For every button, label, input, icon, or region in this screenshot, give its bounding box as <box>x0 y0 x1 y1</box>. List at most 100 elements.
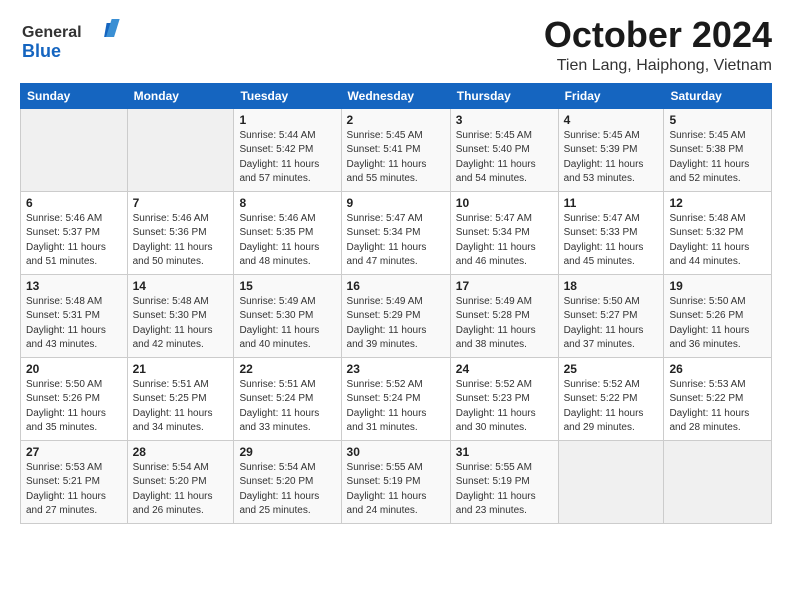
day-cell: 16Sunrise: 5:49 AMSunset: 5:29 PMDayligh… <box>341 274 450 357</box>
sunset-text: Sunset: 5:37 PM <box>26 226 122 241</box>
day-details: Sunrise: 5:47 AMSunset: 5:34 PMDaylight:… <box>456 212 553 270</box>
daylight-text: Daylight: 11 hours and 51 minutes. <box>26 241 122 270</box>
sunrise-text: Sunrise: 5:51 AM <box>133 378 229 393</box>
sunset-text: Sunset: 5:33 PM <box>564 226 659 241</box>
daylight-text: Daylight: 11 hours and 37 minutes. <box>564 324 659 353</box>
day-number: 3 <box>456 113 553 127</box>
sunrise-text: Sunrise: 5:48 AM <box>669 212 766 227</box>
calendar-header: Sunday Monday Tuesday Wednesday Thursday… <box>21 83 772 108</box>
sunset-text: Sunset: 5:38 PM <box>669 143 766 158</box>
day-details: Sunrise: 5:47 AMSunset: 5:34 PMDaylight:… <box>347 212 445 270</box>
daylight-text: Daylight: 11 hours and 52 minutes. <box>669 158 766 187</box>
sunset-text: Sunset: 5:25 PM <box>133 392 229 407</box>
day-cell: 1Sunrise: 5:44 AMSunset: 5:42 PMDaylight… <box>234 108 341 191</box>
day-cell: 21 Sunrise: 5:51 AMSunset: 5:25 PMDayligh… <box>127 357 234 440</box>
day-cell: 19 Sunrise: 5:50 AMSunset: 5:26 PMDayligh… <box>664 274 772 357</box>
day-details: Sunrise: 5:53 AMSunset: 5:21 PMDaylight:… <box>26 461 122 519</box>
day-details: Sunrise: 5:50 AMSunset: 5:26 PMDaylight:… <box>26 378 122 436</box>
day-details: Sunrise: 5:53 AMSunset: 5:22 PMDaylight:… <box>669 378 766 436</box>
day-number: 5 <box>669 113 766 127</box>
day-cell: 11Sunrise: 5:47 AMSunset: 5:33 PMDayligh… <box>558 191 664 274</box>
sunset-text: Sunset: 5:35 PM <box>239 226 335 241</box>
sunrise-text: Sunrise: 5:54 AM <box>239 461 335 476</box>
sunset-text: Sunset: 5:29 PM <box>347 309 445 324</box>
daylight-text: Daylight: 11 hours and 26 minutes. <box>133 490 229 519</box>
sunset-text: Sunset: 5:26 PM <box>669 309 766 324</box>
location: Tien Lang, Haiphong, Vietnam <box>544 57 772 75</box>
daylight-text: Daylight: 11 hours and 25 minutes. <box>239 490 335 519</box>
sunset-text: Sunset: 5:21 PM <box>26 475 122 490</box>
day-number: 13 <box>26 279 122 293</box>
day-cell: 9 Sunrise: 5:47 AMSunset: 5:34 PMDaylight… <box>341 191 450 274</box>
day-number: 18 <box>564 279 659 293</box>
day-cell: 14Sunrise: 5:48 AMSunset: 5:30 PMDayligh… <box>127 274 234 357</box>
sunrise-text: Sunrise: 5:54 AM <box>133 461 229 476</box>
logo-svg: General Blue <box>20 15 130 63</box>
day-details: Sunrise: 5:55 AMSunset: 5:19 PMDaylight:… <box>456 461 553 519</box>
sunrise-text: Sunrise: 5:48 AM <box>26 295 122 310</box>
day-number: 9 <box>347 196 445 210</box>
page: General Blue October 2024 Tien Lang, Hai… <box>0 0 792 612</box>
day-details: Sunrise: 5:45 AMSunset: 5:38 PMDaylight:… <box>669 129 766 187</box>
day-cell: 28Sunrise: 5:54 AMSunset: 5:20 PMDayligh… <box>127 440 234 523</box>
sunrise-text: Sunrise: 5:52 AM <box>347 378 445 393</box>
sunset-text: Sunset: 5:31 PM <box>26 309 122 324</box>
day-number: 4 <box>564 113 659 127</box>
calendar-table: Sunday Monday Tuesday Wednesday Thursday… <box>20 83 772 524</box>
daylight-text: Daylight: 11 hours and 43 minutes. <box>26 324 122 353</box>
day-number: 24 <box>456 362 553 376</box>
day-details: Sunrise: 5:45 AMSunset: 5:39 PMDaylight:… <box>564 129 659 187</box>
day-details: Sunrise: 5:48 AMSunset: 5:32 PMDaylight:… <box>669 212 766 270</box>
daylight-text: Daylight: 11 hours and 28 minutes. <box>669 407 766 436</box>
col-sunday: Sunday <box>21 83 128 108</box>
sunrise-text: Sunrise: 5:46 AM <box>133 212 229 227</box>
day-number: 12 <box>669 196 766 210</box>
day-number: 21 <box>133 362 229 376</box>
day-cell <box>558 440 664 523</box>
daylight-text: Daylight: 11 hours and 36 minutes. <box>669 324 766 353</box>
daylight-text: Daylight: 11 hours and 55 minutes. <box>347 158 445 187</box>
sunrise-text: Sunrise: 5:49 AM <box>239 295 335 310</box>
sunrise-text: Sunrise: 5:47 AM <box>456 212 553 227</box>
day-number: 28 <box>133 445 229 459</box>
svg-text:General: General <box>22 24 82 41</box>
day-cell: 22Sunrise: 5:51 AMSunset: 5:24 PMDayligh… <box>234 357 341 440</box>
day-number: 20 <box>26 362 122 376</box>
logo-image: General Blue <box>20 15 130 63</box>
day-cell: 24Sunrise: 5:52 AMSunset: 5:23 PMDayligh… <box>450 357 558 440</box>
day-number: 1 <box>239 113 335 127</box>
sunset-text: Sunset: 5:30 PM <box>133 309 229 324</box>
sunrise-text: Sunrise: 5:44 AM <box>239 129 335 144</box>
month-title: October 2024 <box>544 15 772 55</box>
sunset-text: Sunset: 5:19 PM <box>347 475 445 490</box>
day-number: 10 <box>456 196 553 210</box>
day-number: 17 <box>456 279 553 293</box>
title-area: October 2024 Tien Lang, Haiphong, Vietna… <box>544 15 772 75</box>
day-cell: 3Sunrise: 5:45 AMSunset: 5:40 PMDaylight… <box>450 108 558 191</box>
day-cell: 12 Sunrise: 5:48 AMSunset: 5:32 PMDayligh… <box>664 191 772 274</box>
day-number: 8 <box>239 196 335 210</box>
daylight-text: Daylight: 11 hours and 39 minutes. <box>347 324 445 353</box>
daylight-text: Daylight: 11 hours and 29 minutes. <box>564 407 659 436</box>
sunrise-text: Sunrise: 5:50 AM <box>669 295 766 310</box>
day-details: Sunrise: 5:48 AMSunset: 5:30 PMDaylight:… <box>133 295 229 353</box>
day-cell: 2Sunrise: 5:45 AMSunset: 5:41 PMDaylight… <box>341 108 450 191</box>
daylight-text: Daylight: 11 hours and 27 minutes. <box>26 490 122 519</box>
sunset-text: Sunset: 5:19 PM <box>456 475 553 490</box>
sunrise-text: Sunrise: 5:45 AM <box>347 129 445 144</box>
day-cell <box>21 108 128 191</box>
day-cell: 7Sunrise: 5:46 AMSunset: 5:36 PMDaylight… <box>127 191 234 274</box>
sunset-text: Sunset: 5:27 PM <box>564 309 659 324</box>
daylight-text: Daylight: 11 hours and 45 minutes. <box>564 241 659 270</box>
daylight-text: Daylight: 11 hours and 34 minutes. <box>133 407 229 436</box>
day-number: 19 <box>669 279 766 293</box>
day-cell: 31 Sunrise: 5:55 AMSunset: 5:19 PMDayligh… <box>450 440 558 523</box>
day-number: 31 <box>456 445 553 459</box>
day-number: 6 <box>26 196 122 210</box>
sunrise-text: Sunrise: 5:48 AM <box>133 295 229 310</box>
day-number: 25 <box>564 362 659 376</box>
day-details: Sunrise: 5:51 AMSunset: 5:24 PMDaylight:… <box>239 378 335 436</box>
day-details: Sunrise: 5:46 AMSunset: 5:36 PMDaylight:… <box>133 212 229 270</box>
sunset-text: Sunset: 5:32 PM <box>669 226 766 241</box>
daylight-text: Daylight: 11 hours and 48 minutes. <box>239 241 335 270</box>
